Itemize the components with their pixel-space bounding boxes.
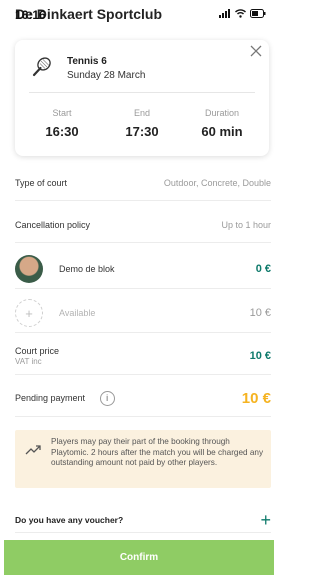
duration-label: Duration xyxy=(204,108,240,118)
duration-value: 60 min xyxy=(201,124,243,139)
avatar xyxy=(15,255,43,283)
signal-icon xyxy=(219,9,230,18)
end-time: End 17:30 xyxy=(107,108,177,139)
status-bar: 16:16 De Dinkaert Sportclub xyxy=(0,0,274,34)
cancellation-value: Up to 1 hour xyxy=(221,220,271,230)
start-time: Start 16:30 xyxy=(27,108,97,139)
pending-label: Pending payment xyxy=(15,392,86,403)
start-label: Start xyxy=(52,108,72,118)
voucher-label: Do you have any voucher? xyxy=(15,515,124,525)
booking-card: Tennis 6 Sunday 28 March Start 16:30 End… xyxy=(15,40,269,156)
end-label: End xyxy=(133,108,150,118)
payment-notice: Players may pay their part of the bookin… xyxy=(15,430,271,488)
pending-payment-row: Pending payment i 10 € xyxy=(15,380,271,417)
pending-label-group: Pending payment i xyxy=(15,390,115,406)
close-icon[interactable] xyxy=(249,44,263,58)
info-icon[interactable]: i xyxy=(99,390,115,406)
player-name: Demo de blok xyxy=(59,264,115,274)
status-icons xyxy=(219,9,266,18)
cancellation-row: Cancellation policy Up to 1 hour xyxy=(15,208,271,243)
booking-title: Tennis 6 xyxy=(67,56,107,67)
duration: Duration 60 min xyxy=(187,108,257,139)
available-slot-row[interactable]: + Available 10 € xyxy=(15,294,271,333)
notice-text: Players may pay their part of the bookin… xyxy=(51,437,264,468)
add-voucher-icon[interactable]: + xyxy=(260,511,271,529)
available-label: Available xyxy=(59,308,96,318)
court-price-label: Court price xyxy=(15,346,60,356)
confirm-button[interactable]: Confirm xyxy=(4,540,274,575)
court-price-row: Court price VAT inc 10 € xyxy=(15,338,271,375)
player-row[interactable]: Demo de blok 0 € xyxy=(15,250,271,289)
trend-icon xyxy=(25,445,41,455)
card-divider xyxy=(29,92,255,93)
pending-amount: 10 € xyxy=(241,389,271,407)
battery-icon xyxy=(250,9,266,18)
court-price-amount: 10 € xyxy=(249,350,271,362)
player-amount: 0 € xyxy=(255,263,271,275)
add-player-icon[interactable]: + xyxy=(15,299,43,327)
vat-label: VAT inc xyxy=(15,357,42,366)
start-value: 16:30 xyxy=(45,124,79,139)
court-type-value: Outdoor, Concrete, Double xyxy=(163,178,271,188)
tennis-racket-icon xyxy=(32,57,51,77)
voucher-row[interactable]: Do you have any voucher? + xyxy=(15,508,271,533)
court-price-label-group: Court price VAT inc xyxy=(15,346,59,366)
cancellation-label: Cancellation policy xyxy=(15,220,91,230)
court-type-row: Type of court Outdoor, Concrete, Double xyxy=(15,166,271,201)
booking-date: Sunday 28 March xyxy=(67,70,146,81)
available-amount: 10 € xyxy=(249,307,271,319)
wifi-icon xyxy=(235,9,246,18)
court-type-label: Type of court xyxy=(15,178,68,188)
end-value: 17:30 xyxy=(125,124,159,139)
club-title: De Dinkaert Sportclub xyxy=(15,6,163,22)
